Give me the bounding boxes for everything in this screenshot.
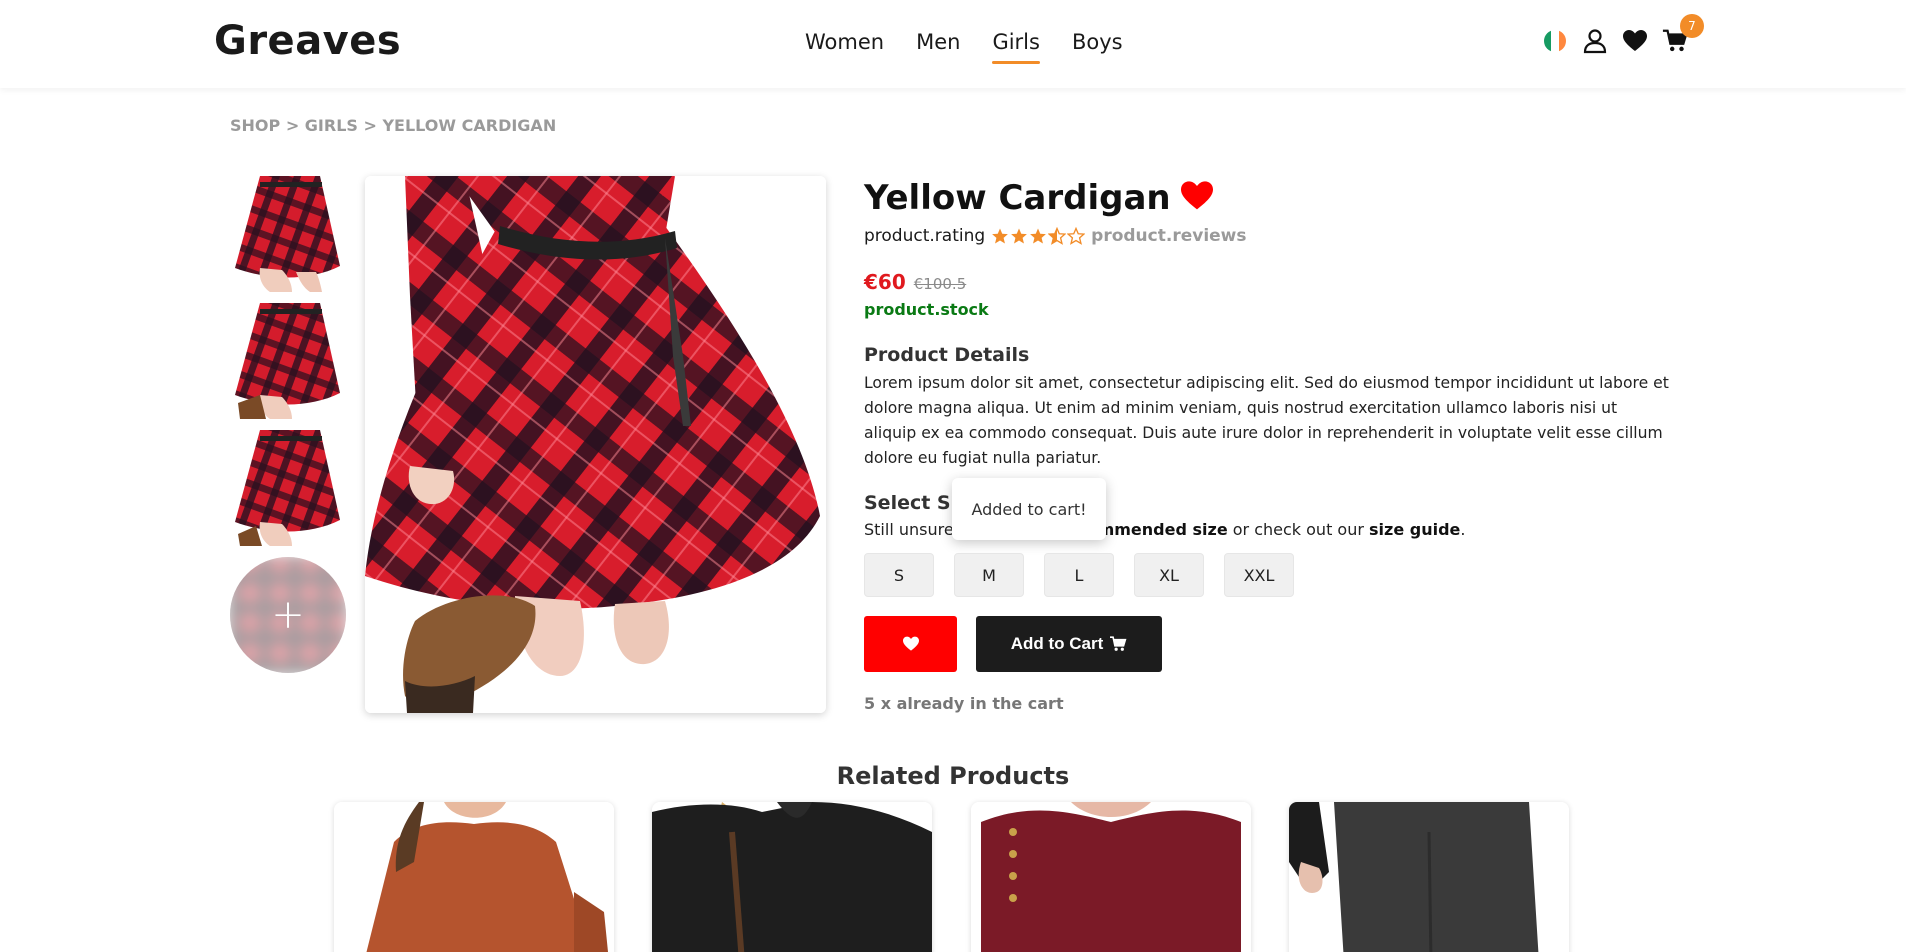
stock-status: product.stock [864, 300, 989, 319]
star-full-icon [992, 228, 1009, 244]
nav-women[interactable]: Women [805, 30, 884, 62]
header-icons: 7 [1542, 14, 1704, 54]
cart-icon [1110, 636, 1127, 651]
more-images-button[interactable]: + [230, 557, 346, 673]
breadcrumb[interactable]: SHOP > GIRLS > YELLOW CARDIGAN [230, 116, 556, 135]
star-rating [991, 227, 1086, 245]
rating-row: product.rating product.reviews [864, 226, 1247, 246]
related-products-heading: Related Products [836, 762, 1070, 790]
related-product-card-2[interactable] [652, 802, 932, 952]
size-option-s[interactable]: S [864, 553, 934, 597]
size-guide-link[interactable]: size guide [1369, 520, 1460, 539]
related-product-card-4[interactable] [1289, 802, 1569, 952]
thumbnail-1[interactable] [230, 176, 346, 292]
added-to-cart-toast: Added to cart! [952, 478, 1106, 540]
star-half-icon [1048, 227, 1067, 245]
cart-count-badge: 7 [1680, 14, 1704, 38]
ireland-flag-icon[interactable] [1542, 28, 1568, 54]
nav-men[interactable]: Men [916, 30, 960, 62]
star-full-icon [1030, 228, 1047, 244]
main-product-image [365, 176, 826, 713]
add-to-cart-button[interactable]: Add to Cart [976, 616, 1162, 672]
size-hint-mid: or check out our [1227, 520, 1370, 539]
size-option-l[interactable]: L [1044, 553, 1114, 597]
main-nav: Women Men Girls Boys [805, 30, 1123, 64]
old-price: €100.5 [913, 275, 967, 293]
product-details-text: Lorem ipsum dolor sit amet, consectetur … [864, 374, 1669, 467]
related-product-card-3[interactable] [971, 802, 1251, 952]
heart-icon [902, 636, 919, 651]
add-to-cart-label: Add to Cart [1010, 634, 1104, 653]
size-option-xl[interactable]: XL [1134, 553, 1204, 597]
nav-boys[interactable]: Boys [1072, 30, 1123, 62]
product-title-row: Yellow Cardigan [864, 178, 1215, 218]
size-options: S M L XL XXL [864, 553, 1294, 597]
thumbnail-2[interactable] [230, 303, 346, 419]
user-icon[interactable] [1582, 28, 1608, 54]
rating-label: product.rating [864, 226, 986, 246]
size-option-xxl[interactable]: XXL [1224, 553, 1294, 597]
heart-icon[interactable] [1622, 28, 1648, 54]
product-title: Yellow Cardigan [864, 178, 1171, 218]
nav-girls[interactable]: Girls [992, 30, 1040, 64]
price-row: €60 €100.5 [864, 270, 966, 294]
add-to-wishlist-button[interactable] [864, 616, 957, 672]
star-full-icon [1011, 228, 1028, 244]
current-price: €60 [864, 270, 906, 294]
size-option-m[interactable]: M [954, 553, 1024, 597]
site-header: Greaves Women Men Girls Boys 7 [0, 0, 1906, 88]
star-empty-icon [1067, 227, 1086, 245]
in-cart-count: 5 x already in the cart [864, 694, 1064, 713]
product-details-heading: Product Details [864, 344, 1030, 366]
related-product-card-1[interactable] [334, 802, 614, 952]
cart-icon[interactable]: 7 [1662, 14, 1704, 54]
reviews-link[interactable]: product.reviews [1091, 226, 1246, 246]
thumbnail-3[interactable] [230, 430, 346, 546]
brand-logo[interactable]: Greaves [214, 18, 401, 64]
favorite-heart-icon[interactable] [1179, 180, 1215, 216]
plus-icon: + [271, 592, 305, 638]
size-hint-end: . [1460, 520, 1466, 539]
